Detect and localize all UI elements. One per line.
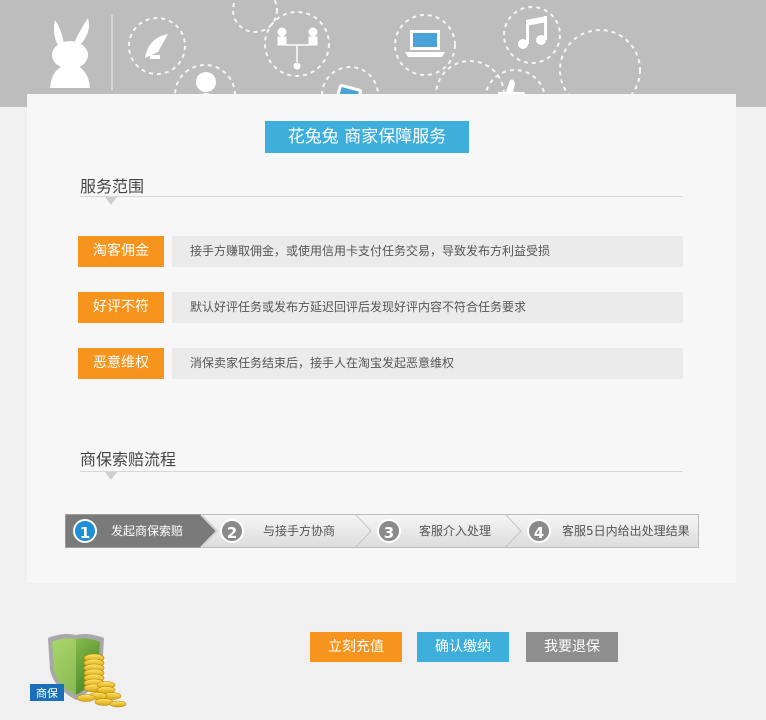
main-card: 花兔兔 商家保障服务 服务范围 淘客佣金 接手方赚取佣金，或使用信用卡支付任务交… [27,94,736,583]
badge-label: 商保 [36,686,58,700]
service-tag: 恶意维权 [78,348,164,379]
claim-process-steps: 1 发起商保索赔 2 与接手方协商 3 客服介入处理 4 客服5日内给出处理结果 [65,514,699,548]
services-arrow-icon [105,197,117,205]
step-4-number: 4 [527,519,551,543]
step-1-label: 发起商保索赔 [111,524,184,538]
guarantee-shield-icon: 商保 [28,630,128,710]
confirm-pay-button[interactable]: 确认缴纳 [417,632,509,662]
step-4-label: 客服5日内给出处理结果 [562,524,690,538]
step-2-label: 与接手方协商 [263,524,336,538]
services-section-title: 服务范围 [80,177,145,196]
rabbit-logo-icon [50,18,90,88]
service-row-commission: 淘客佣金 接手方赚取佣金，或使用信用卡支付任务交易，导致发布方利益受损 [78,236,683,267]
service-description: 默认好评任务或发布方延迟回评后发现好评内容不符合任务要求 [172,292,683,323]
service-tag: 好评不符 [78,292,164,323]
satellite-dish-icon [145,34,168,59]
step-2-number: 2 [220,519,244,543]
service-row-review: 好评不符 默认好评任务或发布方延迟回评后发现好评内容不符合任务要求 [78,292,683,323]
step-3-number: 3 [377,519,401,543]
services-divider [80,196,683,197]
service-description: 接手方赚取佣金，或使用信用卡支付任务交易，导致发布方利益受损 [172,236,683,267]
process-divider [80,471,683,472]
banner-decoration [50,0,641,107]
step-1-number: 1 [73,519,97,543]
process-section-title: 商保索赔流程 [80,450,177,469]
page-title: 花兔兔 商家保障服务 [265,121,469,153]
shield-coins-icon: 商保 [30,634,127,708]
withdraw-guarantee-button[interactable]: 我要退保 [526,632,618,662]
laptop-icon [405,30,445,57]
step-3-label: 客服介入处理 [419,524,492,538]
header-banner [0,0,766,107]
service-description: 消保卖家任务结束后，接手人在淘宝发起恶意维权 [172,348,683,379]
process-arrow-icon [105,472,117,480]
music-note-icon [518,16,547,49]
network-tree-icon [277,27,318,70]
service-row-malicious-claim: 恶意维权 消保卖家任务结束后，接手人在淘宝发起恶意维权 [78,348,683,379]
service-tag: 淘客佣金 [78,236,164,267]
recharge-button[interactable]: 立刻充值 [310,632,402,662]
